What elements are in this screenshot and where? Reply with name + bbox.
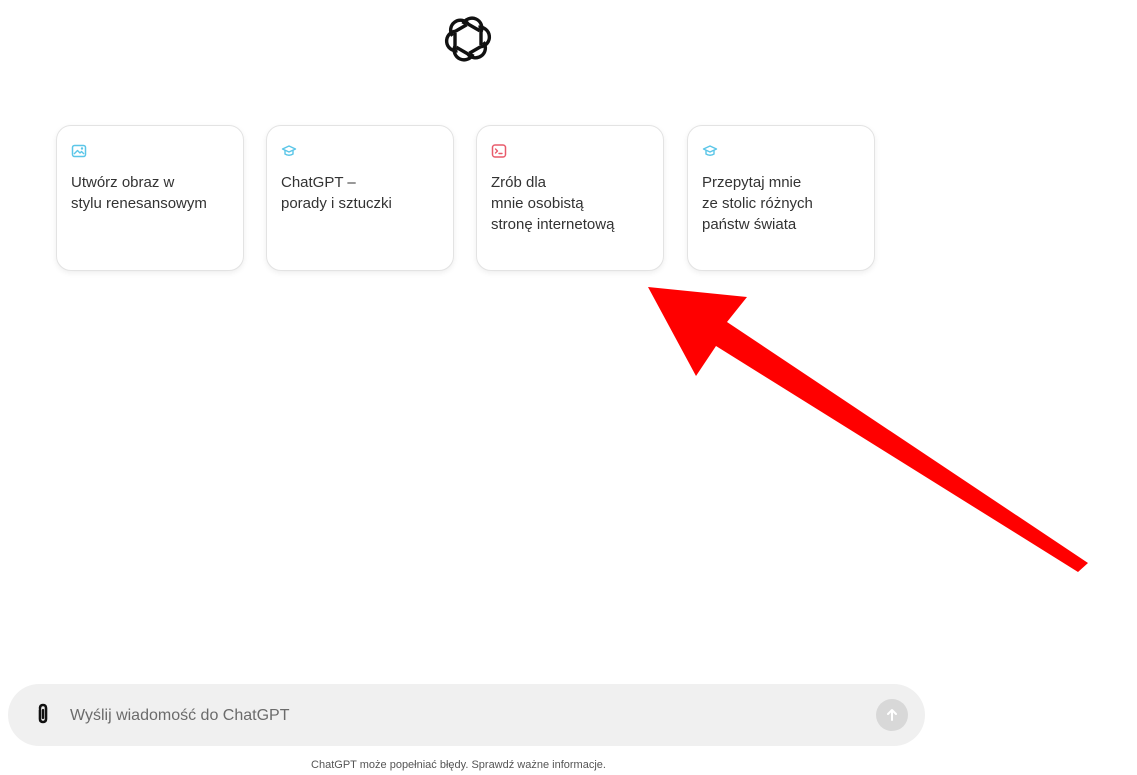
send-button[interactable] [876,699,908,731]
message-composer [8,684,925,746]
suggestion-text: Utwórz obraz w stylu renesansowym [71,172,236,214]
openai-logo-icon [444,16,492,62]
suggestion-card-chatgpt-tips[interactable]: ChatGPT – porady i sztuczki [266,125,454,271]
suggestion-card-world-capitals-quiz[interactable]: Przepytaj mnie ze stolic różnych państw … [687,125,875,271]
suggestion-line: ze stolic różnych [702,195,813,212]
suggestion-card-renaissance-image[interactable]: Utwórz obraz w stylu renesansowym [56,125,244,271]
suggestion-line: ChatGPT – [281,174,356,191]
suggestion-line: stylu renesansowym [71,195,207,212]
arrow-up-icon [887,709,897,721]
suggestion-text: Zrób dla mnie osobistą stronę internetow… [491,172,656,235]
suggestion-text: Przepytaj mnie ze stolic różnych państw … [702,172,867,235]
suggestion-line: stronę internetową [491,216,615,233]
suggestion-line: Zrób dla [491,174,547,191]
suggestion-text: ChatGPT – porady i sztuczki [281,172,446,214]
image-icon [71,144,87,158]
suggestion-cards: Utwórz obraz w stylu renesansowym ChatGP… [56,125,886,275]
graduation-cap-icon [702,145,718,156]
suggestion-line: Utwórz obraz w [71,174,175,191]
disclaimer-text: ChatGPT może popełniać błędy. Sprawdź wa… [311,759,606,771]
red-arrow-annotation [648,287,1088,572]
chat-page: Utwórz obraz w stylu renesansowym ChatGP… [0,0,1137,775]
paperclip-icon[interactable] [32,703,54,727]
graduation-cap-icon [281,145,297,156]
suggestion-line: Przepytaj mnie [702,174,802,191]
message-input[interactable] [68,697,862,735]
suggestion-card-personal-website[interactable]: Zrób dla mnie osobistą stronę internetow… [476,125,664,271]
suggestion-line: porady i sztuczki [281,195,392,212]
suggestion-line: mnie osobistą [491,195,584,212]
suggestion-line: państw świata [702,216,797,233]
terminal-icon [491,144,507,158]
